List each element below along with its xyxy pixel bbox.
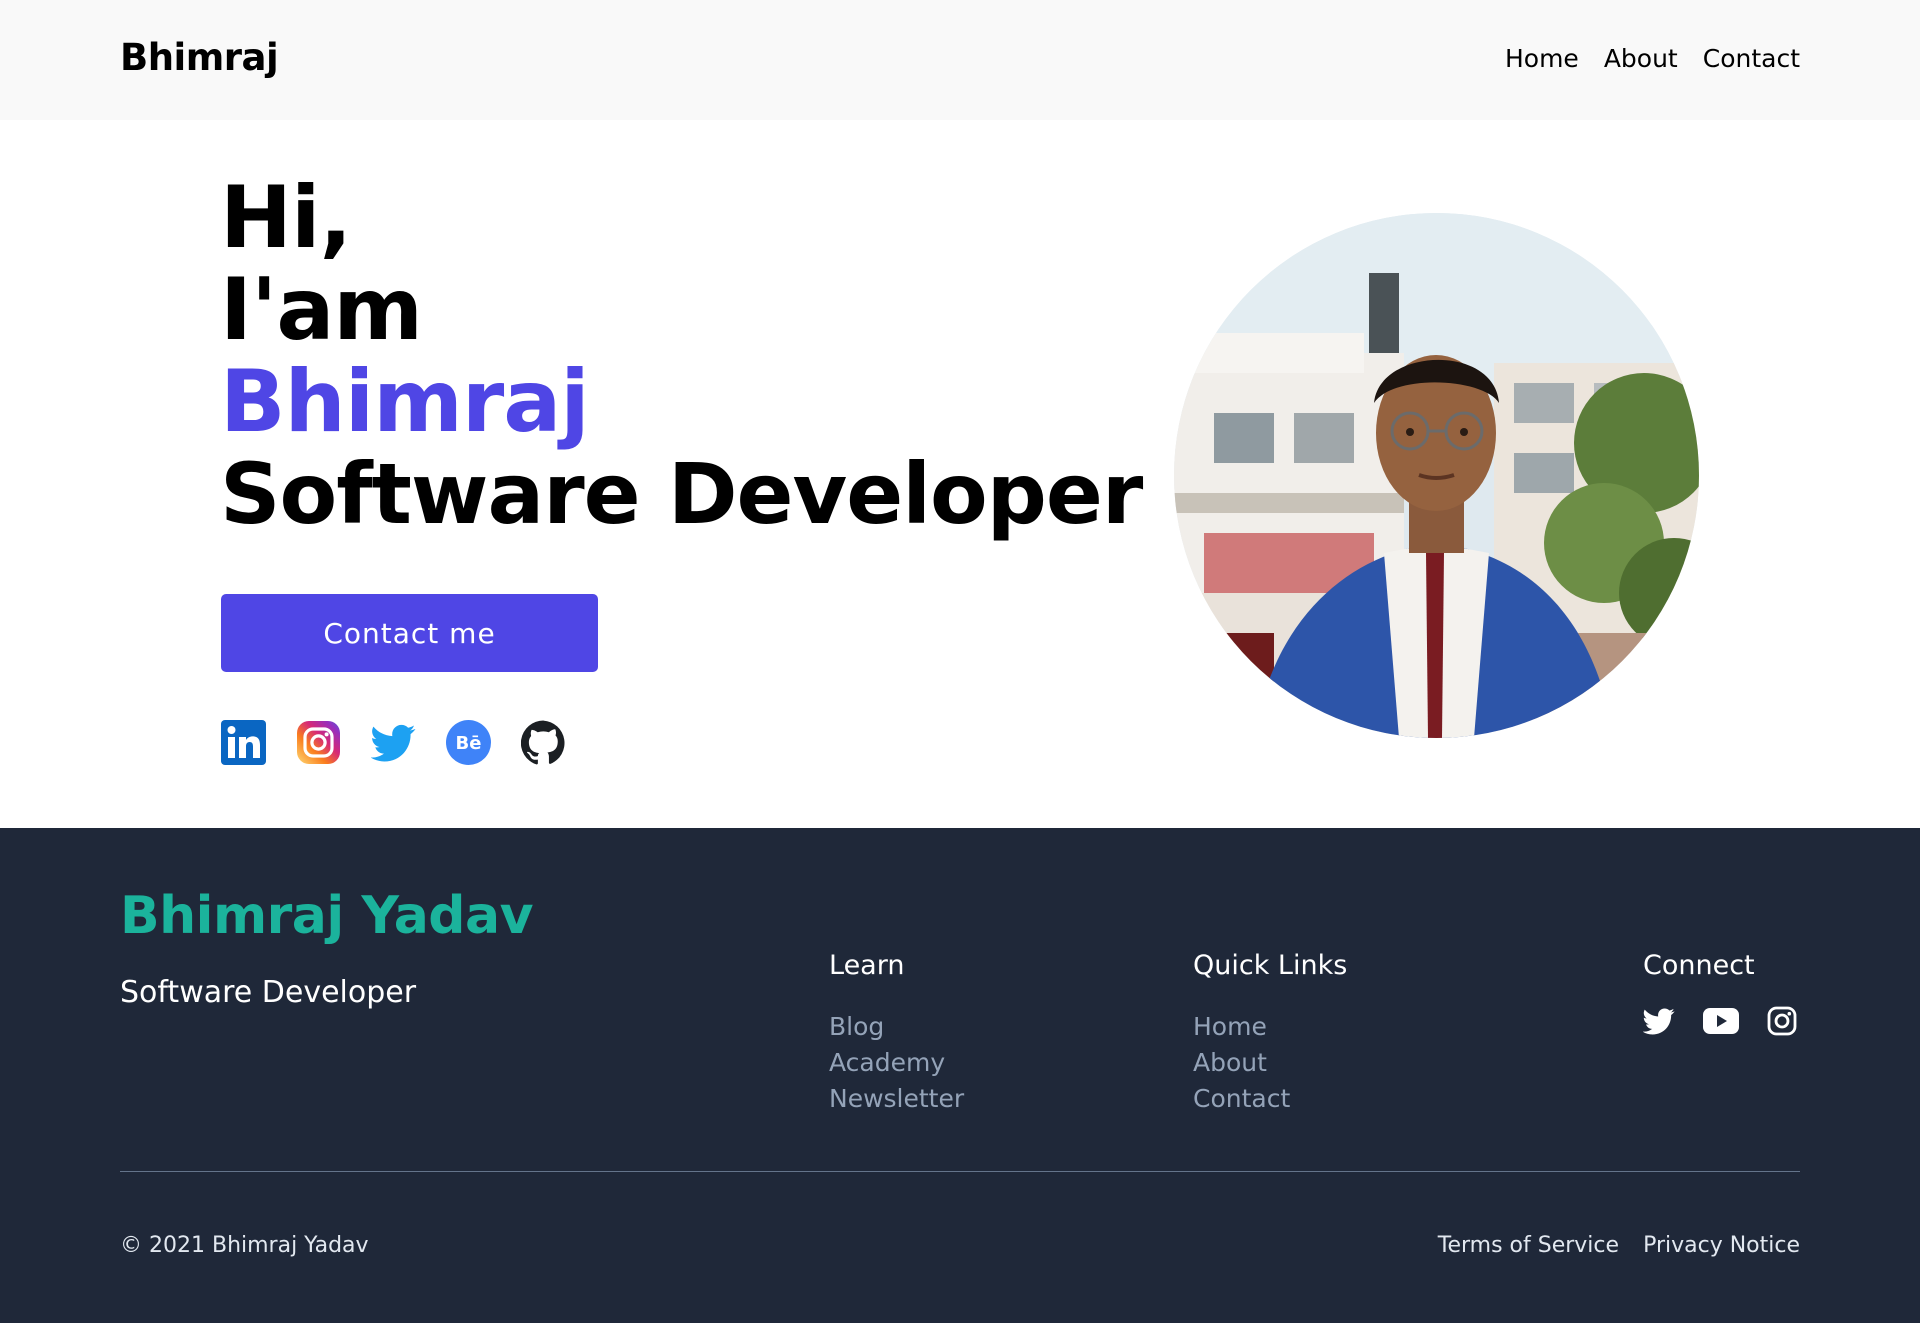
legal-links: Terms of Service Privacy Notice — [1438, 1233, 1800, 1258]
privacy-notice-link[interactable]: Privacy Notice — [1643, 1233, 1800, 1258]
instagram-icon[interactable] — [1767, 1006, 1797, 1036]
hero-name: Bhimraj — [220, 352, 590, 452]
footer-link-about[interactable]: About — [1193, 1045, 1347, 1081]
footer-name: Bhimraj Yadav — [120, 886, 534, 946]
footer-link-contact[interactable]: Contact — [1193, 1081, 1347, 1117]
footer-link-academy[interactable]: Academy — [829, 1045, 964, 1081]
brand-logo[interactable]: Bhimraj — [120, 36, 279, 79]
linkedin-icon[interactable] — [221, 720, 266, 765]
learn-heading: Learn — [829, 950, 905, 981]
footer-link-blog[interactable]: Blog — [829, 1009, 964, 1045]
footer-quick-links-column: Quick Links Home About Contact — [1193, 950, 1347, 1117]
copyright: © 2021 Bhimraj Yadav — [120, 1233, 369, 1258]
behance-icon[interactable]: Bē — [446, 720, 491, 765]
profile-photo — [1174, 213, 1699, 738]
site-header: Bhimraj Home About Contact — [0, 0, 1920, 120]
footer-divider — [120, 1171, 1800, 1172]
nav-home[interactable]: Home — [1505, 44, 1579, 73]
footer-connect-column: Connect — [1643, 950, 1797, 1037]
instagram-icon[interactable] — [296, 720, 341, 765]
twitter-icon[interactable] — [371, 720, 416, 765]
terms-of-service-link[interactable]: Terms of Service — [1438, 1233, 1619, 1258]
footer-link-home[interactable]: Home — [1193, 1009, 1347, 1045]
greeting-line: Hi, — [220, 168, 352, 268]
social-links: Bē — [221, 720, 566, 765]
hero-heading: Hi, I'am Bhimraj Software Developer — [220, 168, 1143, 543]
iam-line: I'am — [220, 260, 423, 360]
hero-role: Software Developer — [220, 445, 1143, 543]
contact-me-button[interactable]: Contact me — [221, 594, 598, 672]
youtube-icon[interactable] — [1703, 1007, 1739, 1035]
github-icon[interactable] — [521, 720, 566, 765]
twitter-icon[interactable] — [1643, 1005, 1675, 1037]
footer-learn-column: Learn Blog Academy Newsletter — [829, 950, 964, 1117]
nav-about[interactable]: About — [1604, 44, 1678, 73]
quick-links-heading: Quick Links — [1193, 950, 1348, 981]
main-nav: Home About Contact — [1505, 44, 1800, 73]
nav-contact[interactable]: Contact — [1703, 44, 1800, 73]
site-footer: Bhimraj Yadav Software Developer Learn B… — [0, 828, 1920, 1323]
behance-text: Bē — [456, 733, 482, 754]
connect-heading: Connect — [1643, 950, 1755, 981]
footer-link-newsletter[interactable]: Newsletter — [829, 1081, 964, 1117]
hero-section: Hi, I'am Bhimraj Software Developer Cont… — [0, 120, 1920, 828]
footer-social-icons — [1643, 1005, 1797, 1037]
footer-role: Software Developer — [120, 975, 417, 1010]
